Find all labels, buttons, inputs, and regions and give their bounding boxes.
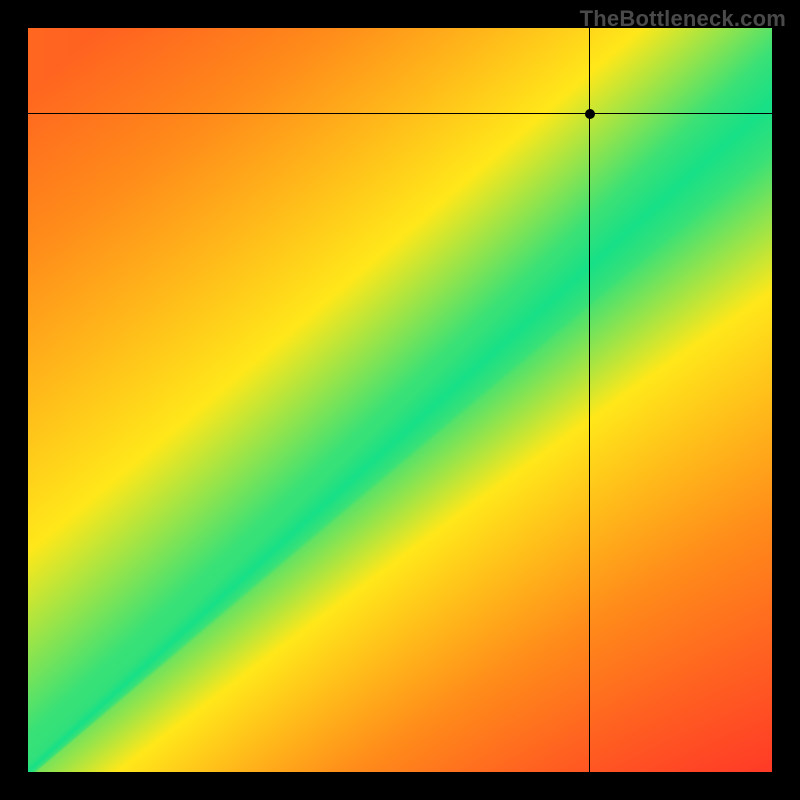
- crosshair-horizontal: [28, 113, 772, 114]
- selection-dot: [585, 109, 595, 119]
- watermark-text: TheBottleneck.com: [580, 6, 786, 32]
- crosshair-vertical: [589, 28, 590, 772]
- bottleneck-heatmap: [28, 28, 772, 772]
- chart-frame: TheBottleneck.com: [0, 0, 800, 800]
